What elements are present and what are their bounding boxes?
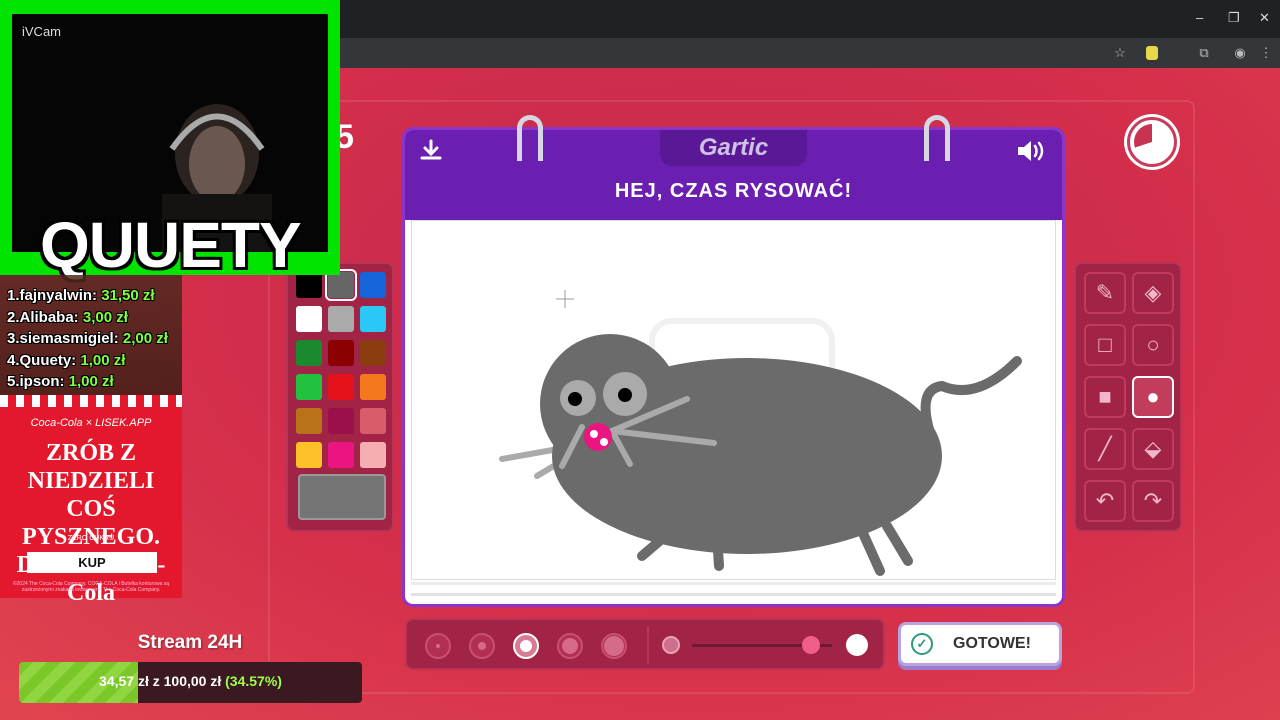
webcam-label: iVCam	[22, 24, 62, 39]
color-swatch[interactable]	[328, 442, 354, 468]
sponsor-ad: Coca-Cola × LISEK.APP ZRÓB Z NIEDZIELI C…	[0, 395, 182, 606]
opacity-min-icon	[662, 636, 680, 654]
donor-row: 1.fajnyalwin: 31,50 zł	[7, 287, 155, 304]
timer-icon	[1127, 117, 1177, 167]
binder-ring-left	[517, 115, 543, 161]
maximize-button[interactable]: ❐	[1228, 10, 1240, 26]
ad-buy-button[interactable]: KUP	[27, 552, 157, 573]
color-swatch[interactable]	[360, 408, 386, 434]
goal-progress-text: 34,57 zł z 100,00 zł (34.57%)	[99, 673, 282, 689]
color-palette	[286, 262, 394, 532]
redo-icon[interactable]: ↷	[1132, 480, 1174, 522]
color-swatch[interactable]	[360, 272, 386, 298]
color-swatch[interactable]	[296, 408, 322, 434]
donor-list: 1.fajnyalwin: 31,50 zł 2.Alibaba: 3,00 zł…	[0, 275, 182, 395]
brush-size-option[interactable]	[557, 633, 583, 659]
color-swatch[interactable]	[328, 374, 354, 400]
minimize-button[interactable]: –	[1196, 10, 1203, 25]
download-icon[interactable]	[418, 138, 444, 171]
brush-size-option[interactable]	[425, 633, 451, 659]
check-icon: ✓	[911, 633, 933, 655]
color-swatch[interactable]	[325, 269, 357, 301]
sound-icon[interactable]	[1015, 138, 1045, 171]
goal-progress-bar: 34,57 zł z 100,00 zł (34.57%)	[19, 662, 362, 703]
brush-size-option[interactable]	[513, 633, 539, 659]
puzzle-icon[interactable]: ⧉	[1196, 45, 1212, 61]
ad-brand: Coca-Cola × LISEK.APP	[30, 417, 152, 429]
rectangle-fill-icon[interactable]: ■	[1084, 376, 1126, 418]
pencil-icon[interactable]: ✎	[1084, 272, 1126, 314]
opacity-max-icon	[846, 634, 868, 656]
color-swatch[interactable]	[328, 408, 354, 434]
rat-drawing	[499, 334, 1022, 576]
ad-legal-text: ©2024 The Coca-Cola Company. COCA-COLA i…	[12, 581, 170, 593]
binder-ring-right	[924, 115, 950, 161]
color-swatch[interactable]	[296, 306, 322, 332]
color-swatch[interactable]	[360, 340, 386, 366]
color-swatch[interactable]	[328, 306, 354, 332]
color-swatch[interactable]	[296, 442, 322, 468]
eraser-icon[interactable]: ◈	[1132, 272, 1174, 314]
extension-icon[interactable]	[1146, 46, 1158, 60]
crosshair-cursor	[556, 290, 574, 308]
donor-row: 2.Alibaba: 3,00 zł	[7, 308, 128, 326]
line-icon[interactable]: ╱	[1084, 428, 1126, 470]
ad-subtitle: ZERO CUKRU	[67, 535, 115, 542]
turn-headline: HEJ, CZAS RYSOWAĆ!	[614, 180, 853, 202]
gartic-logo: Gartic	[698, 134, 769, 161]
donor-row: 4.Quuety: 1,00 zł	[7, 351, 126, 369]
brush-size-option[interactable]	[469, 633, 495, 659]
menu-icon[interactable]: ⋮	[1258, 45, 1274, 61]
color-swatch[interactable]	[328, 340, 354, 366]
current-color-preview	[298, 474, 386, 520]
streamer-name: QUUETY	[40, 209, 302, 281]
color-swatch[interactable]	[360, 306, 386, 332]
close-window-button[interactable]: ✕	[1259, 10, 1270, 26]
rectangle-outline-icon[interactable]: □	[1084, 324, 1126, 366]
drawing-canvas[interactable]	[411, 220, 1056, 580]
brush-size-option[interactable]	[601, 633, 627, 659]
undo-icon[interactable]: ↶	[1084, 480, 1126, 522]
done-button[interactable]: ✓ GOTOWE!	[898, 622, 1062, 666]
bucket-icon[interactable]: ⬙	[1132, 428, 1174, 470]
goal-title: Stream 24H	[137, 632, 243, 653]
donor-row: 3.siemasmigiel: 2,00 zł	[7, 330, 168, 347]
drawing-tools: ✎ ◈ □ ○ ■ ● ╱ ⬙ ↶ ↷	[1074, 262, 1182, 532]
star-icon[interactable]: ☆	[1112, 45, 1128, 61]
color-swatch[interactable]	[296, 374, 322, 400]
brush-options	[405, 618, 885, 670]
donor-row: 5.ipson: 1,00 zł	[7, 373, 114, 390]
circle-outline-icon[interactable]: ○	[1132, 324, 1174, 366]
profile-icon[interactable]: ◉	[1232, 45, 1248, 61]
color-swatch[interactable]	[360, 442, 386, 468]
opacity-slider-handle[interactable]	[802, 636, 820, 654]
drawing-board: Gartic HEJ, CZAS RYSOWAĆ!	[405, 130, 1062, 604]
color-swatch[interactable]	[296, 340, 322, 366]
color-swatch[interactable]	[360, 374, 386, 400]
circle-fill-icon[interactable]: ●	[1132, 376, 1174, 418]
